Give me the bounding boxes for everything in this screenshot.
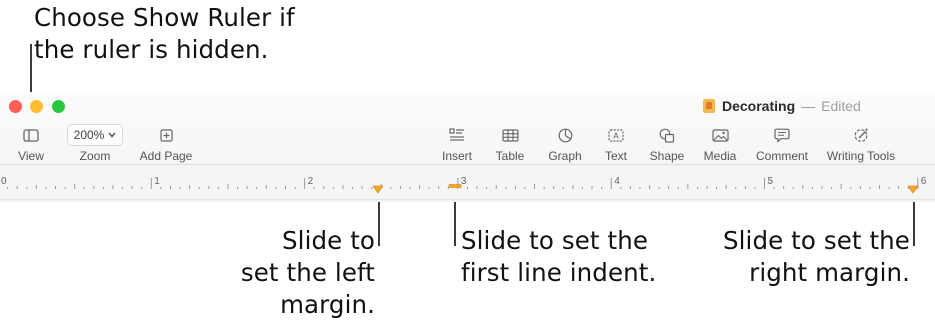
edited-status: Edited	[821, 98, 861, 114]
callout-line: set the left	[240, 258, 375, 287]
text-box-icon: A	[608, 128, 624, 142]
left-margin-marker[interactable]	[372, 185, 384, 194]
shape-icon	[659, 128, 675, 143]
view-label: View	[18, 149, 44, 163]
pie-chart-icon	[558, 128, 572, 142]
zoom-window-button[interactable]	[52, 100, 65, 113]
shape-label: Shape	[649, 149, 685, 163]
table-button[interactable]: Table	[492, 124, 528, 163]
callout-line: right margin.	[749, 258, 910, 287]
callout-line: Slide to	[282, 226, 375, 255]
insert-icon	[449, 128, 464, 141]
table-label: Table	[495, 149, 525, 163]
table-icon	[501, 128, 519, 142]
ruler-number: 0	[1, 176, 7, 187]
first-indent-callout: Slide to set the first line indent.	[461, 225, 656, 289]
comment-button[interactable]: Comment	[754, 124, 810, 163]
writing-tools-icon	[854, 128, 868, 142]
first-line-indent-marker[interactable]	[448, 184, 462, 188]
add-page-icon	[159, 128, 173, 142]
document-name: Decorating	[722, 98, 796, 114]
writing-tools-label: Writing Tools	[826, 149, 896, 163]
comment-icon	[774, 128, 790, 143]
comment-label: Comment	[755, 149, 808, 163]
window-title: Decorating — Edited	[703, 98, 861, 114]
callout-line: margin.	[280, 290, 375, 319]
add-page-label: Add Page	[139, 149, 193, 163]
right-margin-callout: Slide to set the right margin.	[723, 225, 910, 289]
view-button[interactable]: View	[14, 124, 48, 163]
graph-label: Graph	[548, 149, 582, 163]
ruler-number: 4	[614, 176, 620, 187]
right-margin-marker[interactable]	[907, 185, 919, 194]
ruler-number: 3	[461, 176, 467, 187]
chevron-down-icon	[108, 132, 116, 138]
svg-text:A: A	[613, 131, 619, 140]
graph-button[interactable]: Graph	[544, 124, 586, 163]
add-page-button[interactable]: Add Page	[136, 124, 196, 163]
ruler-number: 2	[308, 176, 314, 187]
writing-tools-button[interactable]: Writing Tools	[822, 124, 900, 163]
shape-button[interactable]: Shape	[647, 124, 687, 163]
ruler-number: 5	[768, 176, 774, 187]
text-button[interactable]: A Text	[601, 124, 631, 163]
image-icon	[711, 128, 729, 142]
callout-line: the ruler is hidden.	[34, 35, 269, 64]
insert-label: Insert	[441, 149, 472, 163]
callout-line: Slide to set the	[722, 226, 910, 255]
ruler-number: 1	[154, 176, 160, 187]
show-ruler-callout: Choose Show Ruler if the ruler is hidden…	[34, 2, 295, 66]
insert-button[interactable]: Insert	[436, 124, 478, 163]
ruler-scale: 0 1 2 3 4 5 6	[1, 176, 927, 194]
text-label: Text	[604, 149, 627, 163]
zoom-value: 200%	[73, 128, 105, 142]
close-window-button[interactable]	[9, 100, 22, 113]
sidebar-icon	[23, 128, 39, 142]
callout-line: Slide to set the	[461, 226, 649, 255]
zoom-label: Zoom	[79, 149, 111, 163]
horizontal-ruler[interactable]: 0 1 2 3 4 5 6	[0, 164, 935, 200]
left-margin-callout: Slide to set the left margin.	[241, 225, 375, 321]
title-separator: —	[801, 98, 816, 114]
media-button[interactable]: Media	[700, 124, 740, 163]
ruler-number: 6	[921, 176, 927, 187]
document-icon	[703, 99, 715, 113]
zoom-popup[interactable]: 200%	[66, 124, 124, 146]
minimize-window-button[interactable]	[30, 100, 43, 113]
callout-line: Choose Show Ruler if	[34, 3, 295, 32]
callout-line: first line indent.	[461, 258, 657, 287]
media-label: Media	[703, 149, 737, 163]
zoom-control[interactable]: 200% Zoom	[60, 124, 130, 163]
